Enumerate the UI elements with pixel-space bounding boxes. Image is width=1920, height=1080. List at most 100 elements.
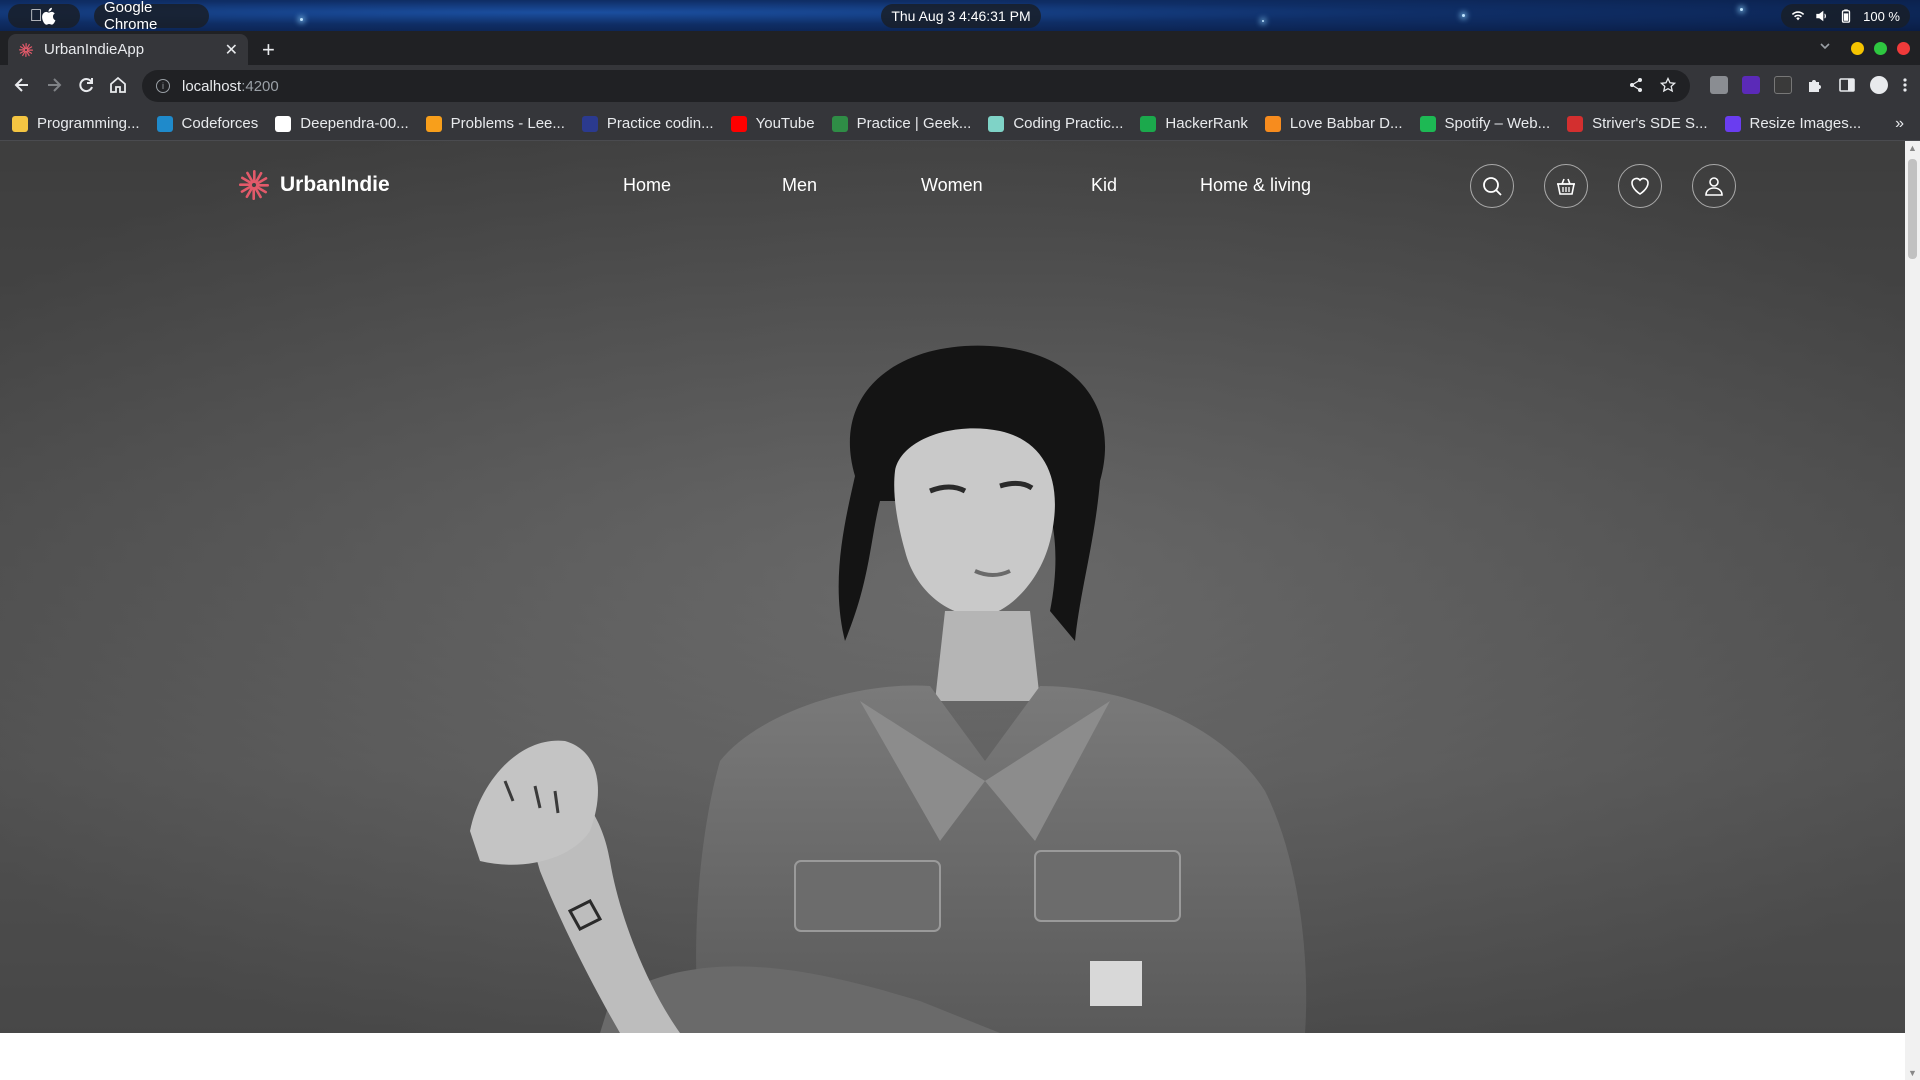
back-arrow-icon[interactable] [11, 75, 33, 95]
side-panel-icon[interactable] [1838, 76, 1856, 94]
close-tab-icon[interactable]: ✕ [225, 40, 238, 60]
browser-toolbar: i localhost :4200 [0, 65, 1920, 107]
page-viewport: UrbanIndie Home Men Women Kid Home & liv… [0, 141, 1905, 1080]
bookmark-favicon-icon [988, 115, 1005, 132]
nav-home-living[interactable]: Home & living [1200, 175, 1311, 196]
apple-logo-icon [42, 7, 56, 25]
search-button[interactable] [1470, 164, 1514, 208]
page-scrollbar[interactable]: ▲ ▼ [1905, 141, 1920, 1080]
bookmark-item[interactable]: Practice codin... [581, 115, 714, 132]
bookmark-favicon-icon [730, 115, 747, 132]
wallpaper-star [1462, 14, 1465, 17]
clock[interactable]: Thu Aug 3 4:46:31 PM [881, 4, 1041, 28]
nav-kid[interactable]: Kid [1091, 175, 1117, 196]
user-icon [1705, 177, 1723, 196]
scrollbar-thumb[interactable] [1908, 159, 1917, 259]
system-tray[interactable]: 100 % [1781, 4, 1910, 28]
nav-men[interactable]: Men [782, 175, 817, 196]
kebab-menu-icon[interactable] [1902, 76, 1908, 94]
bookmark-item[interactable]: Striver's SDE S... [1567, 115, 1708, 132]
bookmark-label: Striver's SDE S... [1592, 115, 1708, 132]
download-extension-icon[interactable] [1742, 76, 1760, 94]
puzzle-extensions-icon[interactable] [1806, 76, 1824, 94]
bookmark-item[interactable]: Resize Images... [1724, 115, 1862, 132]
url-port: :4200 [241, 77, 279, 95]
bookmark-favicon-icon [581, 115, 598, 132]
bookmark-favicon-icon [1140, 115, 1157, 132]
bookmark-item[interactable]: YouTube [730, 115, 815, 132]
bookmark-item[interactable]: Love Babbar D... [1264, 115, 1403, 132]
os-top-bar:  Google Chrome Thu Aug 3 4:46:31 PM 100… [0, 0, 1920, 33]
bookmark-label: Love Babbar D... [1289, 115, 1403, 132]
hero-model-photo [0, 141, 1905, 1033]
tab-search-chevron-icon[interactable] [1818, 39, 1832, 53]
bookmark-label: Resize Images... [1749, 115, 1862, 132]
bookmark-item[interactable]: Programming... [12, 115, 140, 132]
bookmark-favicon-icon [425, 115, 442, 132]
bookmark-star-icon[interactable] [1660, 77, 1676, 93]
maximize-button[interactable] [1874, 42, 1887, 55]
bookmark-favicon-icon [1264, 115, 1281, 132]
urbanindie-logo-icon [239, 170, 269, 200]
address-bar[interactable]: i localhost :4200 [142, 70, 1690, 102]
battery-icon [1841, 9, 1851, 23]
bookmark-favicon-icon [275, 115, 292, 132]
reload-icon[interactable] [75, 75, 97, 95]
extension-icon[interactable] [1774, 76, 1792, 94]
site-header: UrbanIndie Home Men Women Kid Home & liv… [0, 141, 1905, 231]
site-info-icon[interactable]: i [156, 79, 170, 93]
extension-icon[interactable] [1710, 76, 1728, 94]
bookmark-label: Codeforces [181, 115, 259, 132]
bookmark-favicon-icon [1567, 115, 1584, 132]
bookmark-item[interactable]: Deependra-00... [275, 115, 409, 132]
bookmark-item[interactable]: Practice | Geek... [831, 115, 972, 132]
basket-icon [1557, 178, 1575, 195]
scroll-down-arrow-icon[interactable]: ▼ [1908, 1068, 1917, 1078]
tab-urbanindie[interactable]: UrbanIndieApp ✕ [8, 34, 248, 65]
nav-women[interactable]: Women [921, 175, 983, 196]
bookmarks-bar: Programming... Codeforces Deependra-00... P… [0, 107, 1920, 141]
new-tab-button[interactable]: + [262, 37, 275, 63]
battery-percent: 100 % [1863, 8, 1900, 24]
bookmark-label: Practice | Geek... [856, 115, 972, 132]
bookmark-item[interactable]: Coding Practic... [988, 115, 1123, 132]
wallpaper-star [300, 18, 303, 21]
bookmark-favicon-icon [1419, 115, 1436, 132]
active-app-name[interactable]: Google Chrome [94, 0, 209, 33]
bookmark-favicon-icon [831, 115, 848, 132]
apple-icon:  [30, 6, 43, 26]
cart-button[interactable] [1544, 164, 1588, 208]
wishlist-button[interactable] [1618, 164, 1662, 208]
search-icon [1483, 177, 1502, 196]
bookmark-item[interactable]: Codeforces [156, 115, 259, 132]
bookmark-label: HackerRank [1165, 115, 1248, 132]
bookmark-label: Practice codin... [606, 115, 714, 132]
close-window-button[interactable] [1897, 42, 1910, 55]
bookmark-item[interactable]: Spotify – Web... [1419, 115, 1551, 132]
nav-home[interactable]: Home [623, 175, 671, 196]
brand-logo[interactable]: UrbanIndie [238, 169, 390, 201]
window-controls [1851, 42, 1910, 55]
more-bookmarks-button[interactable]: » [1895, 115, 1904, 133]
profile-avatar-icon[interactable] [1870, 76, 1888, 94]
minimize-button[interactable] [1851, 42, 1864, 55]
forward-arrow-icon[interactable] [43, 75, 65, 95]
brand-name: UrbanIndie [280, 173, 390, 196]
wifi-icon [1792, 11, 1805, 21]
bookmark-item[interactable]: HackerRank [1140, 115, 1248, 132]
wallpaper-star [1262, 20, 1264, 22]
apple-menu[interactable]:  [8, 4, 80, 28]
bookmark-favicon-icon [12, 115, 28, 132]
account-button[interactable] [1692, 164, 1736, 208]
hero-banner: UrbanIndie Home Men Women Kid Home & liv… [0, 141, 1905, 1033]
bookmark-label: Spotify – Web... [1444, 115, 1551, 132]
bookmark-label: Problems - Lee... [450, 115, 565, 132]
bookmark-favicon-icon [1724, 115, 1741, 132]
bookmark-label: Coding Practic... [1013, 115, 1124, 132]
bookmark-label: Deependra-00... [300, 115, 409, 132]
scroll-up-arrow-icon[interactable]: ▲ [1908, 143, 1917, 153]
bookmark-item[interactable]: Problems - Lee... [425, 115, 565, 132]
home-icon[interactable] [107, 75, 129, 95]
share-icon[interactable] [1628, 77, 1644, 93]
bookmark-favicon-icon [156, 115, 173, 132]
